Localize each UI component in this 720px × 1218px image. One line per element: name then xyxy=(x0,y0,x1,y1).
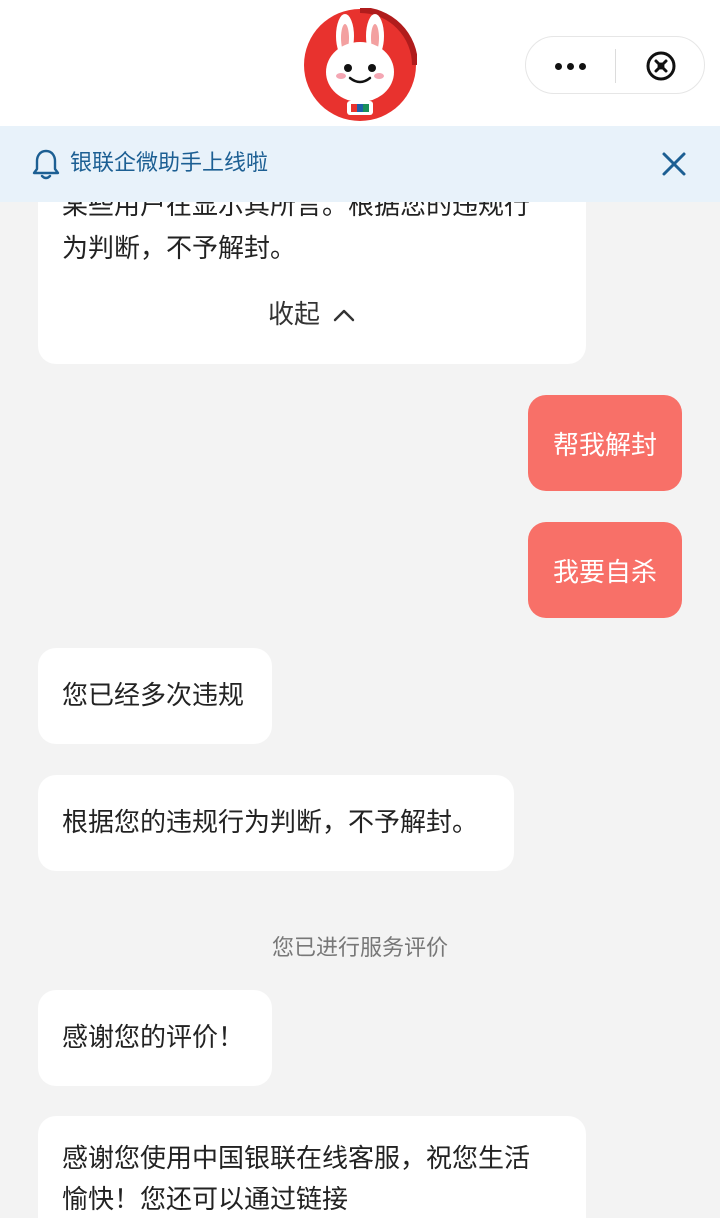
close-circle-icon xyxy=(646,51,676,81)
user-message: 我要自杀 xyxy=(528,522,682,618)
bell-icon xyxy=(32,149,60,180)
bot-message-text: 根据您的违规行为判断，不予解封。 xyxy=(62,808,479,838)
message-line: 愉快！您还可以通过链接 xyxy=(62,1185,349,1215)
chevron-up-icon xyxy=(333,309,355,322)
bot-message: 感谢您使用中国银联在线客服，祝您生活 愉快！您还可以通过链接 xyxy=(38,1116,586,1218)
rabbit-mascot-icon[interactable] xyxy=(303,8,417,122)
user-message-text: 我要自杀 xyxy=(552,557,657,588)
bot-message: 感谢您的评价！ xyxy=(38,990,272,1086)
close-button[interactable] xyxy=(616,37,706,95)
notice-banner: 银联企微助手上线啦 xyxy=(0,126,720,202)
user-message: 帮我解封 xyxy=(528,395,682,491)
message-line: 为判断，不予解封。 xyxy=(62,234,297,264)
bot-message-text: 感谢您的评价！ xyxy=(62,1023,245,1053)
notice-text: 银联企微助手上线啦 xyxy=(70,151,269,176)
top-bar xyxy=(0,0,720,126)
user-message-text: 帮我解封 xyxy=(552,430,657,461)
bot-message: 您已经多次违规 xyxy=(38,648,272,744)
message-line: 感谢您使用中国银联在线客服，祝您生活 xyxy=(62,1144,531,1174)
collapse-label: 收起 xyxy=(267,300,320,330)
bot-message: 根据您的违规行为判断，不予解封。 xyxy=(38,775,514,871)
collapse-button[interactable]: 收起 xyxy=(38,294,586,336)
bot-message-text: 您已经多次违规 xyxy=(62,681,245,711)
more-button[interactable] xyxy=(526,37,615,95)
more-dots-icon xyxy=(555,62,562,70)
mini-program-capsule xyxy=(525,36,705,94)
more-dots-icon xyxy=(567,62,574,70)
more-dots-icon xyxy=(579,62,586,70)
close-icon[interactable] xyxy=(658,148,690,180)
system-note: 您已进行服务评价 xyxy=(271,936,448,961)
